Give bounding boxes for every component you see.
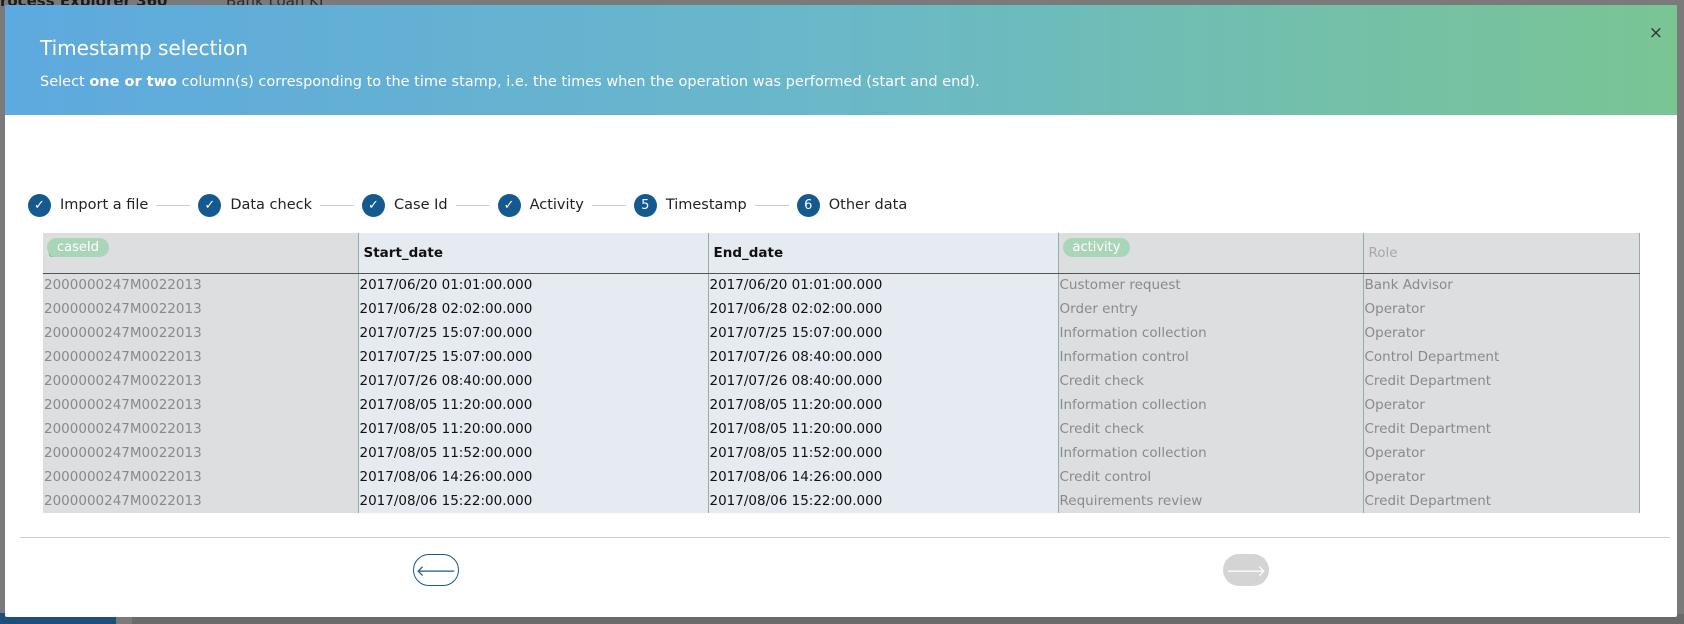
back-button[interactable]: 🡐 <box>413 554 459 586</box>
cell-caseid: 2000000247M0022013 <box>43 369 359 393</box>
cell-end-date: 2017/06/28 02:02:00.000 <box>708 297 1059 321</box>
step-number: 5 <box>633 193 657 217</box>
step-connector <box>754 204 789 206</box>
table-row: 2000000247M0022013 2017/08/06 15:22:00.00… <box>43 489 1640 513</box>
cell-role: Operator <box>1363 297 1640 321</box>
step-activity: ✓ Activity <box>497 193 584 217</box>
cell-activity: Credit control <box>1058 465 1364 489</box>
cell-role: Operator <box>1363 393 1640 417</box>
cell-role: Bank Advisor <box>1363 273 1640 297</box>
cell-caseid: 2000000247M0022013 <box>43 321 359 345</box>
cell-caseid: 2000000247M0022013 <box>43 393 359 417</box>
arrow-left-icon: 🡐 <box>415 561 457 580</box>
activity-chip: activity <box>1062 238 1131 257</box>
step-connector <box>156 204 191 206</box>
next-button[interactable]: 🡒 <box>1223 554 1269 586</box>
cell-role: Operator <box>1363 465 1640 489</box>
table-body: 2000000247M0022013 2017/06/20 01:01:00.00… <box>43 273 1640 513</box>
cell-end-date: 2017/07/26 08:40:00.000 <box>708 369 1059 393</box>
cell-start-date: 2017/06/28 02:02:00.000 <box>358 297 709 321</box>
cell-end-date: 2017/08/06 14:26:00.000 <box>708 465 1059 489</box>
close-button[interactable]: × <box>1649 23 1663 43</box>
cell-caseid: 2000000247M0022013 <box>43 465 359 489</box>
cell-activity: Customer request <box>1058 273 1364 297</box>
cell-caseid: 2000000247M0022013 <box>43 417 359 441</box>
cell-start-date: 2017/08/05 11:20:00.000 <box>358 417 709 441</box>
cell-role: Credit Department <box>1363 489 1640 513</box>
cell-end-date: 2017/07/25 15:07:00.000 <box>708 321 1059 345</box>
cell-start-date: 2017/07/25 15:07:00.000 <box>358 345 709 369</box>
modal-title: Timestamp selection <box>40 36 248 60</box>
cell-end-date: 2017/06/20 01:01:00.000 <box>708 273 1059 297</box>
step-case-id: ✓ Case Id <box>362 193 448 217</box>
cell-end-date: 2017/08/05 11:20:00.000 <box>708 417 1059 441</box>
step-timestamp: 5 Timestamp <box>633 193 747 217</box>
cell-start-date: 2017/08/06 14:26:00.000 <box>358 465 709 489</box>
check-icon: ✓ <box>28 193 51 217</box>
column-header-role[interactable]: Role <box>1363 233 1640 274</box>
cell-activity: Requirements review <box>1058 489 1364 513</box>
table-row: 2000000247M0022013 2017/08/05 11:20:00.00… <box>43 417 1640 441</box>
table-row: 2000000247M0022013 2017/07/25 15:07:00.00… <box>43 345 1640 369</box>
table-row: 2000000247M0022013 2017/06/28 02:02:00.00… <box>43 297 1640 321</box>
column-header-start-date[interactable]: Start_date <box>358 233 709 274</box>
cell-role: Control Department <box>1363 345 1640 369</box>
column-header-activity[interactable]: activity <box>1058 233 1364 274</box>
cell-caseid: 2000000247M0022013 <box>43 441 359 465</box>
cell-end-date: 2017/08/05 11:20:00.000 <box>708 393 1059 417</box>
cell-activity: Information collection <box>1058 321 1364 345</box>
table-row: 2000000247M0022013 2017/08/06 14:26:00.00… <box>43 465 1640 489</box>
check-icon: ✓ <box>497 193 521 217</box>
cell-activity: Order entry <box>1058 297 1364 321</box>
check-icon: ✓ <box>362 193 385 217</box>
footer-divider <box>20 537 1670 538</box>
cell-role: Credit Department <box>1363 417 1640 441</box>
cell-end-date: 2017/07/26 08:40:00.000 <box>708 345 1059 369</box>
arrow-right-icon: 🡒 <box>1225 561 1267 580</box>
cell-start-date: 2017/08/06 15:22:00.000 <box>358 489 709 513</box>
caseid-chip: caseId <box>47 238 109 257</box>
cell-activity: Credit check <box>1058 369 1364 393</box>
step-connector <box>591 204 626 206</box>
cell-end-date: 2017/08/06 15:22:00.000 <box>708 489 1059 513</box>
cell-caseid: 2000000247M0022013 <box>43 345 359 369</box>
step-number: 6 <box>796 193 820 217</box>
column-header-end-date[interactable]: End_date <box>708 233 1059 274</box>
modal-subtitle: Select one or two column(s) correspondin… <box>40 74 980 90</box>
cell-start-date: 2017/07/26 08:40:00.000 <box>358 369 709 393</box>
table-row: 2000000247M0022013 2017/08/05 11:52:00.00… <box>43 441 1640 465</box>
cell-role: Operator <box>1363 321 1640 345</box>
timestamp-selection-modal: Timestamp selection Select one or two co… <box>5 5 1677 617</box>
cell-activity: Information collection <box>1058 441 1364 465</box>
table-row: 2000000247M0022013 2017/08/05 11:20:00.00… <box>43 393 1640 417</box>
cell-start-date: 2017/08/05 11:52:00.000 <box>358 441 709 465</box>
cell-start-date: 2017/08/05 11:20:00.000 <box>358 393 709 417</box>
modal-header: Timestamp selection Select one or two co… <box>5 5 1677 115</box>
cell-activity: Information control <box>1058 345 1364 369</box>
step-connector <box>455 204 490 206</box>
cell-start-date: 2017/06/20 01:01:00.000 <box>358 273 709 297</box>
cell-caseid: 2000000247M0022013 <box>43 273 359 297</box>
table-row: 2000000247M0022013 2017/07/25 15:07:00.00… <box>43 321 1640 345</box>
data-preview-table: dcaseId Start_date End_date activity Rol… <box>43 233 1640 515</box>
cell-activity: Credit check <box>1058 417 1364 441</box>
cell-caseid: 2000000247M0022013 <box>43 297 359 321</box>
table-row: 2000000247M0022013 2017/06/20 01:01:00.00… <box>43 273 1640 297</box>
step-data-check: ✓ Data check <box>198 193 312 217</box>
cell-start-date: 2017/07/25 15:07:00.000 <box>358 321 709 345</box>
check-icon: ✓ <box>198 193 222 217</box>
step-import-file: ✓ Import a file <box>28 193 148 217</box>
cell-end-date: 2017/08/05 11:52:00.000 <box>708 441 1059 465</box>
column-header-caseid[interactable]: dcaseId <box>43 233 359 274</box>
cell-caseid: 2000000247M0022013 <box>43 489 359 513</box>
step-other-data: 6 Other data <box>796 193 907 217</box>
table-row: 2000000247M0022013 2017/07/26 08:40:00.00… <box>43 369 1640 393</box>
cell-activity: Information collection <box>1058 393 1364 417</box>
cell-role: Operator <box>1363 441 1640 465</box>
cell-role: Credit Department <box>1363 369 1640 393</box>
step-connector <box>320 204 354 206</box>
